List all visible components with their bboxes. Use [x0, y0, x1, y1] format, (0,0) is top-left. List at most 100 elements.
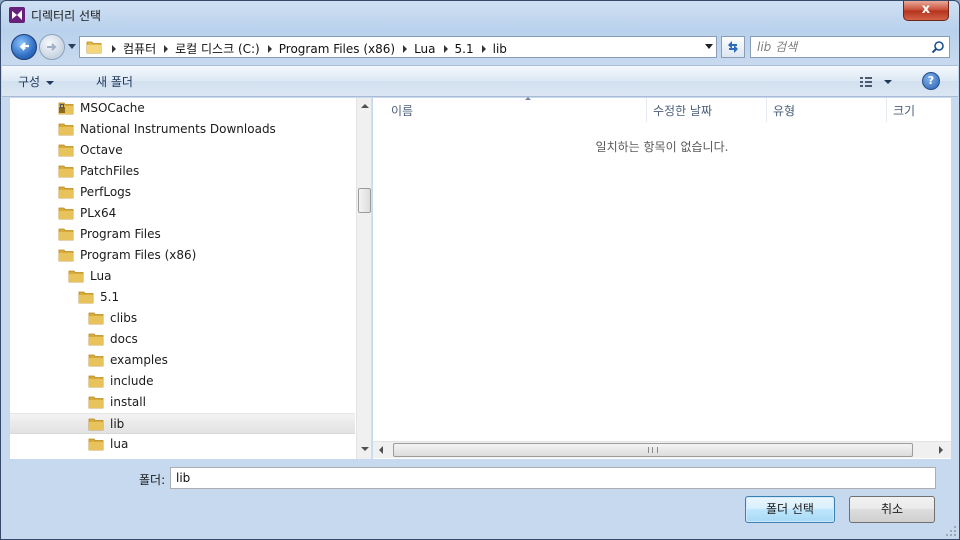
tree-item-octave[interactable]: Octave	[10, 140, 355, 161]
tree-item-label: clibs	[110, 311, 138, 325]
address-dropdown-icon[interactable]	[705, 44, 713, 49]
tree-item-label: Lua	[90, 269, 112, 283]
new-folder-button[interactable]: 새 폴더	[96, 73, 133, 90]
close-icon: x	[921, 2, 931, 17]
tree-item-program-files[interactable]: Program Files	[10, 224, 355, 245]
tree-vertical-scrollbar[interactable]	[356, 98, 371, 459]
tree-item-label: National Instruments Downloads	[80, 122, 276, 136]
column-header-size[interactable]: 크기	[887, 98, 951, 122]
folder-icon	[58, 165, 74, 178]
refresh-button[interactable]	[721, 36, 745, 58]
folder-icon	[58, 144, 74, 157]
command-bar: 구성 새 폴더 ?	[2, 65, 958, 97]
cancel-button[interactable]: 취소	[849, 496, 935, 523]
column-header-type[interactable]: 유형	[767, 98, 887, 122]
breadcrumb-lib[interactable]: lib	[493, 42, 507, 56]
view-options-button[interactable]	[858, 74, 898, 90]
tree-item-program-files-x86[interactable]: Program Files (x86)	[10, 245, 355, 266]
breadcrumb-computer[interactable]: 컴퓨터	[123, 40, 156, 57]
search-input[interactable]	[757, 39, 927, 55]
recent-pages-dropdown[interactable]	[67, 41, 77, 51]
tree-item-perflogs[interactable]: PerfLogs	[10, 182, 355, 203]
title-bar[interactable]: 디렉터리 선택 x	[1, 1, 959, 29]
tree-item-5-1[interactable]: 5.1	[10, 287, 355, 308]
tree-item-label: lib	[110, 417, 125, 431]
file-list-horizontal-scrollbar[interactable]	[373, 441, 951, 458]
tree-item-docs[interactable]: docs	[10, 329, 355, 350]
tree-item-label: lua	[110, 437, 129, 451]
tree-item-lua[interactable]: lua	[10, 434, 355, 455]
tree-item-msocache[interactable]: MSOCache	[10, 98, 355, 119]
chevron-right-icon[interactable]	[112, 44, 116, 53]
tree-item-label: Program Files (x86)	[80, 248, 197, 262]
tree-item-label: Program Files	[80, 227, 161, 241]
scroll-right-icon[interactable]	[939, 446, 943, 454]
tree-item-examples[interactable]: examples	[10, 350, 355, 371]
help-button[interactable]: ?	[922, 72, 940, 90]
tree-item-label: 5.1	[100, 290, 120, 304]
column-header-date-modified[interactable]: 수정한 날짜	[647, 98, 767, 122]
chevron-right-icon[interactable]	[403, 44, 408, 53]
column-size-label: 크기	[893, 104, 916, 118]
folder-name-input[interactable]	[170, 467, 936, 489]
chevron-right-icon[interactable]	[443, 44, 448, 53]
tree-item-lua[interactable]: Lua	[10, 266, 355, 287]
chevron-down-icon	[46, 80, 55, 85]
column-date-label: 수정한 날짜	[653, 104, 713, 118]
scrollbar-thumb[interactable]	[358, 188, 371, 213]
column-header-name[interactable]: 이름	[385, 97, 647, 122]
address-bar[interactable]: 컴퓨터 로컬 디스크 (C:) Program Files (x86) Lua …	[79, 36, 717, 58]
tree-item-lib[interactable]: lib	[10, 413, 355, 434]
scrollbar-thumb[interactable]	[393, 443, 913, 457]
folder-icon	[88, 312, 104, 325]
arrow-left-icon	[19, 42, 29, 51]
select-folder-button[interactable]: 폴더 선택	[745, 496, 835, 523]
breadcrumb-local-disk[interactable]: 로컬 디스크 (C:)	[175, 40, 260, 57]
refresh-icon	[728, 41, 738, 53]
folder-icon	[58, 186, 74, 199]
folder-icon	[88, 354, 104, 367]
organize-menu-button[interactable]: 구성	[18, 73, 55, 90]
tree-item-install[interactable]: install	[10, 392, 355, 413]
file-list[interactable]: 이름 수정한 날짜 유형 크기 일치하는 항목이 없습니다.	[373, 97, 951, 459]
chevron-right-icon[interactable]	[267, 44, 272, 53]
chevron-right-icon[interactable]	[164, 44, 169, 53]
tree-item-label: install	[110, 395, 146, 409]
scroll-down-icon[interactable]	[361, 447, 369, 451]
tree-item-include[interactable]: include	[10, 371, 355, 392]
arrow-right-icon	[47, 43, 57, 51]
column-type-label: 유형	[773, 104, 796, 118]
tree-item-patchfiles[interactable]: PatchFiles	[10, 161, 355, 182]
breadcrumb-program-files-x86[interactable]: Program Files (x86)	[279, 42, 395, 56]
tree-item-label: PatchFiles	[80, 164, 140, 178]
folder-icon	[68, 270, 84, 283]
navigation-tree[interactable]: MSOCache National Instruments Downloads Oc…	[10, 98, 372, 459]
folder-field-label: 폴더:	[139, 473, 166, 487]
breadcrumb: 컴퓨터 로컬 디스크 (C:) Program Files (x86) Lua …	[104, 40, 507, 57]
resize-grip-icon[interactable]	[945, 525, 957, 537]
scroll-left-icon[interactable]	[379, 446, 383, 454]
chevron-right-icon[interactable]	[481, 44, 486, 53]
folder-icon	[58, 123, 74, 136]
sort-ascending-icon	[525, 97, 531, 100]
tree-item-clibs[interactable]: clibs	[10, 308, 355, 329]
search-icon[interactable]	[931, 40, 945, 54]
breadcrumb-lua[interactable]: Lua	[414, 42, 435, 56]
scroll-up-icon[interactable]	[361, 104, 369, 108]
help-icon: ?	[927, 74, 935, 87]
tree-item-label: include	[110, 374, 154, 388]
search-box[interactable]	[750, 36, 950, 58]
back-button[interactable]	[11, 34, 37, 60]
folder-icon	[88, 333, 104, 346]
breadcrumb-5-1[interactable]: 5.1	[455, 42, 474, 56]
empty-list-message: 일치하는 항목이 없습니다.	[595, 140, 729, 154]
forward-button[interactable]	[39, 34, 65, 60]
tree-item-label: PerfLogs	[80, 185, 132, 199]
folder-picker-dialog: 디렉터리 선택 x 컴퓨터 로컬 디스크 (C:) Program Files …	[0, 0, 960, 540]
folder-icon	[78, 291, 94, 304]
column-name-label: 이름	[391, 104, 414, 118]
tree-item-plx64[interactable]: PLx64	[10, 203, 355, 224]
folder-icon	[58, 228, 74, 241]
tree-item-national-instruments-downloads[interactable]: National Instruments Downloads	[10, 119, 355, 140]
close-button[interactable]: x	[903, 1, 949, 21]
